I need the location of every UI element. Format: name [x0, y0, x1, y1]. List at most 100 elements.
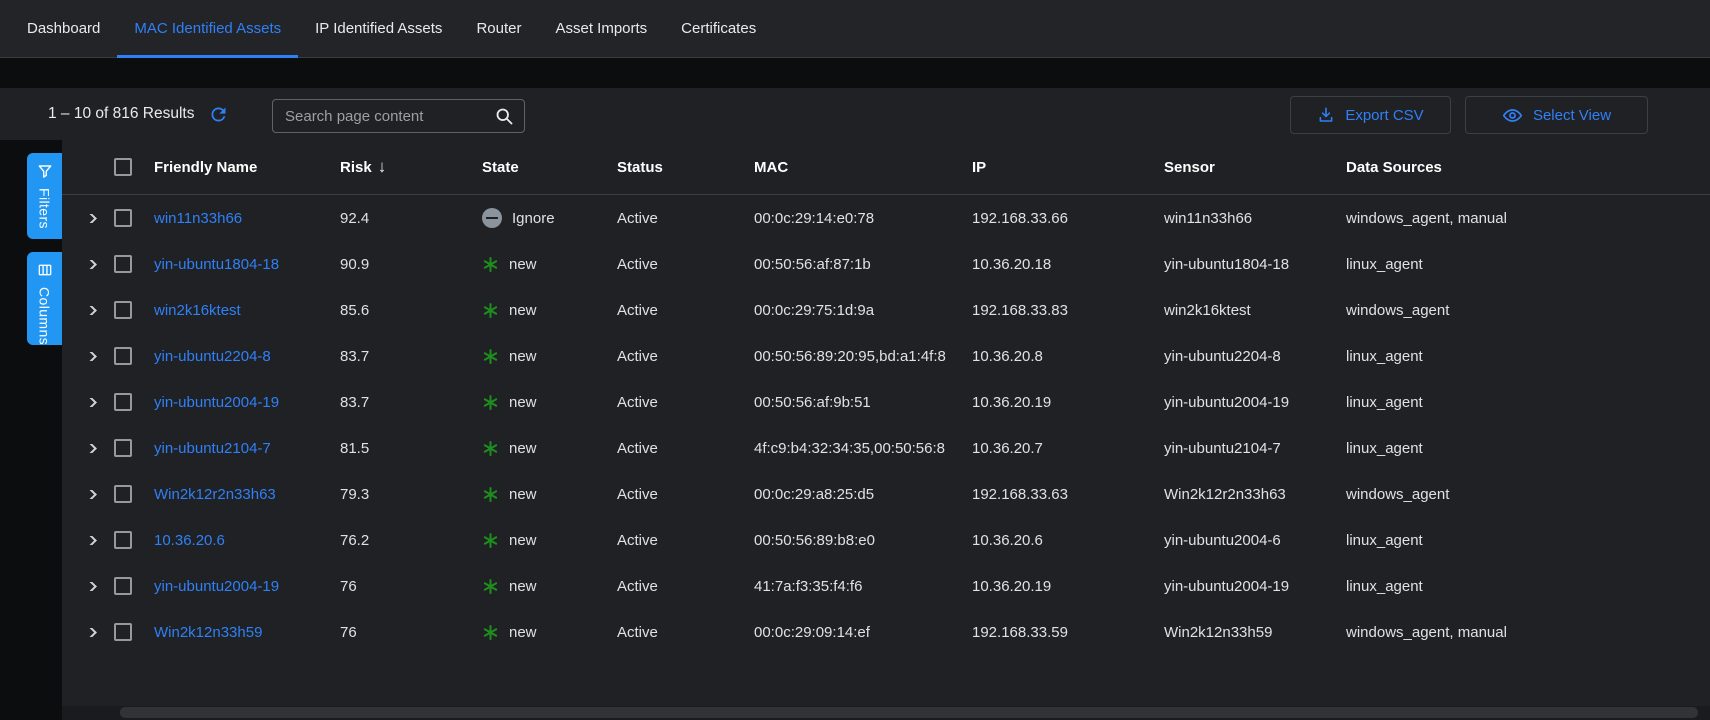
download-icon [1317, 106, 1335, 124]
row-expand-chevron-icon[interactable] [86, 398, 97, 407]
friendly-name-link[interactable]: Win2k12r2n33h63 [154, 486, 276, 503]
row-expand-chevron-icon[interactable] [86, 260, 97, 269]
column-header-data-sources[interactable]: Data Sources [1346, 159, 1710, 176]
row-checkbox[interactable] [114, 209, 132, 227]
row-expand-chevron-icon[interactable] [86, 352, 97, 361]
refresh-button[interactable] [208, 104, 229, 125]
row-checkbox[interactable] [114, 393, 132, 411]
friendly-name-link[interactable]: yin-ubuntu2004-19 [154, 394, 279, 411]
state-cell: Ignore [482, 208, 617, 228]
row-checkbox[interactable] [114, 255, 132, 273]
sensor-cell: yin-ubuntu2004-19 [1164, 578, 1346, 595]
new-state-icon [482, 578, 499, 595]
table-body: win11n33h6692.4IgnoreActive00:0c:29:14:e… [62, 195, 1710, 655]
tab-mac-identified-assets[interactable]: MAC Identified Assets [117, 0, 298, 57]
column-header-ip[interactable]: IP [972, 159, 1164, 176]
row-checkbox[interactable] [114, 577, 132, 595]
row-checkbox[interactable] [114, 439, 132, 457]
status-cell: Active [617, 256, 754, 273]
column-header-state[interactable]: State [482, 159, 617, 176]
select-view-button[interactable]: Select View [1465, 96, 1648, 134]
filter-icon [37, 163, 53, 179]
row-expand-chevron-icon[interactable] [86, 214, 97, 223]
row-expand-chevron-icon[interactable] [86, 306, 97, 315]
risk-cell: 83.7 [340, 394, 482, 411]
friendly-name-link[interactable]: 10.36.20.6 [154, 532, 225, 549]
friendly-name-link[interactable]: yin-ubuntu2004-19 [154, 578, 279, 595]
table-row: win2k16ktest85.6newActive00:0c:29:75:1d:… [62, 287, 1710, 333]
columns-button[interactable]: Columns [27, 252, 62, 345]
row-expand-chevron-icon[interactable] [86, 536, 97, 545]
mac-cell: 00:50:56:af:9b:51 [754, 394, 972, 411]
status-cell: Active [617, 532, 754, 549]
ignore-state-icon [482, 208, 502, 228]
state-label: new [509, 486, 537, 503]
mac-cell: 00:0c:29:09:14:ef [754, 624, 972, 641]
data-sources-cell: windows_agent, manual [1346, 210, 1710, 227]
column-header-risk[interactable]: Risk↓ [340, 157, 482, 177]
search-input[interactable] [285, 108, 494, 125]
data-sources-cell: windows_agent [1346, 302, 1710, 319]
new-state-icon [482, 624, 499, 641]
tab-dashboard[interactable]: Dashboard [10, 0, 117, 57]
state-cell: new [482, 532, 617, 549]
export-csv-button[interactable]: Export CSV [1290, 96, 1451, 134]
column-header-mac[interactable]: MAC [754, 159, 972, 176]
column-header-status[interactable]: Status [617, 159, 754, 176]
horizontal-scrollbar-thumb[interactable] [120, 707, 1698, 718]
data-sources-cell: windows_agent, manual [1346, 624, 1710, 641]
friendly-name-link[interactable]: win2k16ktest [154, 302, 241, 319]
state-cell: new [482, 348, 617, 365]
filters-button[interactable]: Filters [27, 153, 62, 239]
friendly-name-link[interactable]: yin-ubuntu2104-7 [154, 440, 271, 457]
friendly-name-link[interactable]: yin-ubuntu1804-18 [154, 256, 279, 273]
status-cell: Active [617, 302, 754, 319]
table-row: Win2k12r2n33h6379.3newActive00:0c:29:a8:… [62, 471, 1710, 517]
row-expand-chevron-icon[interactable] [86, 582, 97, 591]
sensor-cell: yin-ubuntu2004-19 [1164, 394, 1346, 411]
row-expand-chevron-icon[interactable] [86, 490, 97, 499]
sensor-cell: yin-ubuntu2004-6 [1164, 532, 1346, 549]
state-cell: new [482, 256, 617, 273]
column-header-sensor[interactable]: Sensor [1164, 159, 1346, 176]
tab-asset-imports[interactable]: Asset Imports [538, 0, 664, 57]
friendly-name-link[interactable]: win11n33h66 [154, 210, 242, 227]
new-state-icon [482, 532, 499, 549]
table-header: Friendly Name Risk↓ State Status MAC IP … [62, 140, 1710, 195]
state-label: new [509, 440, 537, 457]
new-state-icon [482, 348, 499, 365]
tab-certificates[interactable]: Certificates [664, 0, 773, 57]
column-header-friendly-name[interactable]: Friendly Name [154, 159, 340, 176]
state-cell: new [482, 486, 617, 503]
status-cell: Active [617, 394, 754, 411]
row-checkbox[interactable] [114, 347, 132, 365]
state-label: new [509, 624, 537, 641]
friendly-name-link[interactable]: Win2k12n33h59 [154, 624, 262, 641]
nav-tabs: DashboardMAC Identified AssetsIP Identif… [10, 0, 773, 57]
tab-ip-identified-assets[interactable]: IP Identified Assets [298, 0, 459, 57]
risk-cell: 85.6 [340, 302, 482, 319]
select-all-checkbox[interactable] [114, 158, 132, 176]
table-row: yin-ubuntu2204-883.7newActive00:50:56:89… [62, 333, 1710, 379]
sort-descending-icon[interactable]: ↓ [378, 157, 387, 177]
search-icon[interactable] [494, 106, 514, 126]
ip-cell: 192.168.33.83 [972, 302, 1164, 319]
row-checkbox[interactable] [114, 531, 132, 549]
table-row: yin-ubuntu2004-1983.7newActive00:50:56:a… [62, 379, 1710, 425]
row-checkbox[interactable] [114, 301, 132, 319]
row-expand-chevron-icon[interactable] [86, 444, 97, 453]
state-cell: new [482, 578, 617, 595]
row-checkbox[interactable] [114, 623, 132, 641]
data-sources-cell: linux_agent [1346, 256, 1710, 273]
row-checkbox[interactable] [114, 485, 132, 503]
table-row: yin-ubuntu2004-1976newActive41:7a:f3:35:… [62, 563, 1710, 609]
data-sources-cell: linux_agent [1346, 440, 1710, 457]
mac-cell: 00:0c:29:a8:25:d5 [754, 486, 972, 503]
row-expand-chevron-icon[interactable] [86, 628, 97, 637]
tab-router[interactable]: Router [459, 0, 538, 57]
risk-cell: 90.9 [340, 256, 482, 273]
friendly-name-link[interactable]: yin-ubuntu2204-8 [154, 348, 271, 365]
status-cell: Active [617, 486, 754, 503]
ip-cell: 10.36.20.6 [972, 532, 1164, 549]
new-state-icon [482, 394, 499, 411]
